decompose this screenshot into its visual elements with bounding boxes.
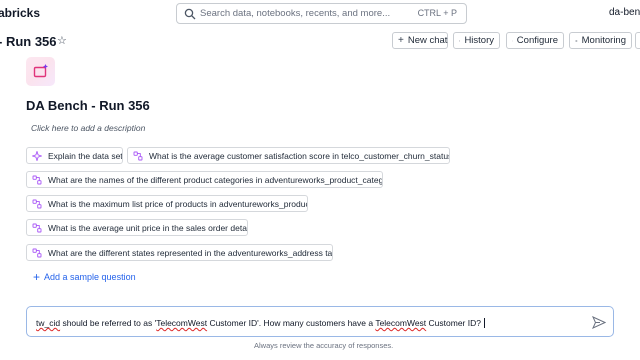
search-icon <box>184 8 196 20</box>
sample-question-chip[interactable]: What are the different states represente… <box>26 244 333 261</box>
sample-question-chip[interactable]: What is the average unit price in the sa… <box>26 219 248 236</box>
query-icon <box>32 175 42 184</box>
search-shortcut: CTRL + P <box>417 8 457 18</box>
sparkle-icon <box>32 150 42 161</box>
add-sample-question-label: Add a sample question <box>44 272 136 282</box>
query-icon <box>32 248 42 257</box>
space-title: DA Bench - Run 356 <box>26 98 150 113</box>
genie-sparkle-icon <box>33 64 48 78</box>
page-header: - Run 356 ☆ + New chat History Configure… <box>0 31 640 51</box>
top-bar: abricks Search data, notebooks, recents,… <box>0 0 640 26</box>
new-chat-button[interactable]: + New chat <box>392 32 448 49</box>
chat-text-segment: tw_cid <box>36 318 61 328</box>
brand-logo-text[interactable]: abricks <box>0 6 40 20</box>
new-chat-label: New chat <box>407 35 448 46</box>
workspace-name[interactable]: da-bench <box>609 7 640 18</box>
history-label: History <box>464 35 494 46</box>
send-icon[interactable] <box>592 316 606 329</box>
query-icon <box>133 151 143 160</box>
star-icon[interactable]: ☆ <box>57 34 67 47</box>
sample-question-label: What are the names of the different prod… <box>48 174 383 185</box>
space-logo <box>26 57 55 86</box>
sample-question-label: What is the maximum list price of produc… <box>48 198 308 209</box>
sample-question-label: Explain the data set <box>48 150 123 161</box>
sample-question-chip[interactable]: What is the maximum list price of produc… <box>26 195 308 212</box>
monitoring-button[interactable]: Monitoring <box>569 32 632 49</box>
chat-text-segment: TelecomWest <box>375 318 427 328</box>
sample-question-chip[interactable]: What is the average customer satisfactio… <box>127 147 450 164</box>
sample-question-label: What are the different states represente… <box>48 247 333 258</box>
chat-text-segment: Customer ID'. How many customers have a <box>207 318 376 328</box>
description-placeholder[interactable]: Click here to add a description <box>31 123 145 133</box>
chat-text-segment: Customer ID? <box>426 318 481 328</box>
search-placeholder: Search data, notebooks, recents, and mor… <box>200 8 391 19</box>
monitoring-label: Monitoring <box>581 35 626 46</box>
chat-text-segment: should be referred to as ' <box>60 318 157 328</box>
query-icon <box>32 199 42 208</box>
sample-question-chip[interactable]: What are the names of the different prod… <box>26 171 383 188</box>
query-icon <box>32 223 42 232</box>
configure-label: Configure <box>516 35 558 46</box>
sample-question-label: What is the average unit price in the sa… <box>48 222 248 233</box>
chat-input[interactable]: tw_cid should be referred to as 'Telecom… <box>26 306 614 337</box>
more-button[interactable] <box>635 32 640 49</box>
eye-icon <box>575 39 578 42</box>
text-caret <box>483 318 485 328</box>
plus-icon: + <box>398 34 404 46</box>
global-search[interactable]: Search data, notebooks, recents, and mor… <box>176 3 467 24</box>
history-button[interactable]: History <box>453 32 500 49</box>
add-sample-question-link[interactable]: + Add a sample question <box>33 270 136 284</box>
chat-input-text[interactable]: tw_cid should be referred to as 'Telecom… <box>36 318 485 328</box>
page-title: - Run 356 <box>0 34 57 49</box>
accuracy-disclaimer: Always review the accuracy of responses. <box>254 341 394 350</box>
history-icon <box>459 39 461 42</box>
sample-question-chip[interactable]: Explain the data set <box>26 147 123 164</box>
plus-icon: + <box>33 270 41 284</box>
sample-question-label: What is the average customer satisfactio… <box>149 150 450 161</box>
gear-icon <box>512 40 513 41</box>
configure-button[interactable]: Configure <box>506 32 564 49</box>
chat-text-segment: TelecomWest <box>156 318 208 328</box>
